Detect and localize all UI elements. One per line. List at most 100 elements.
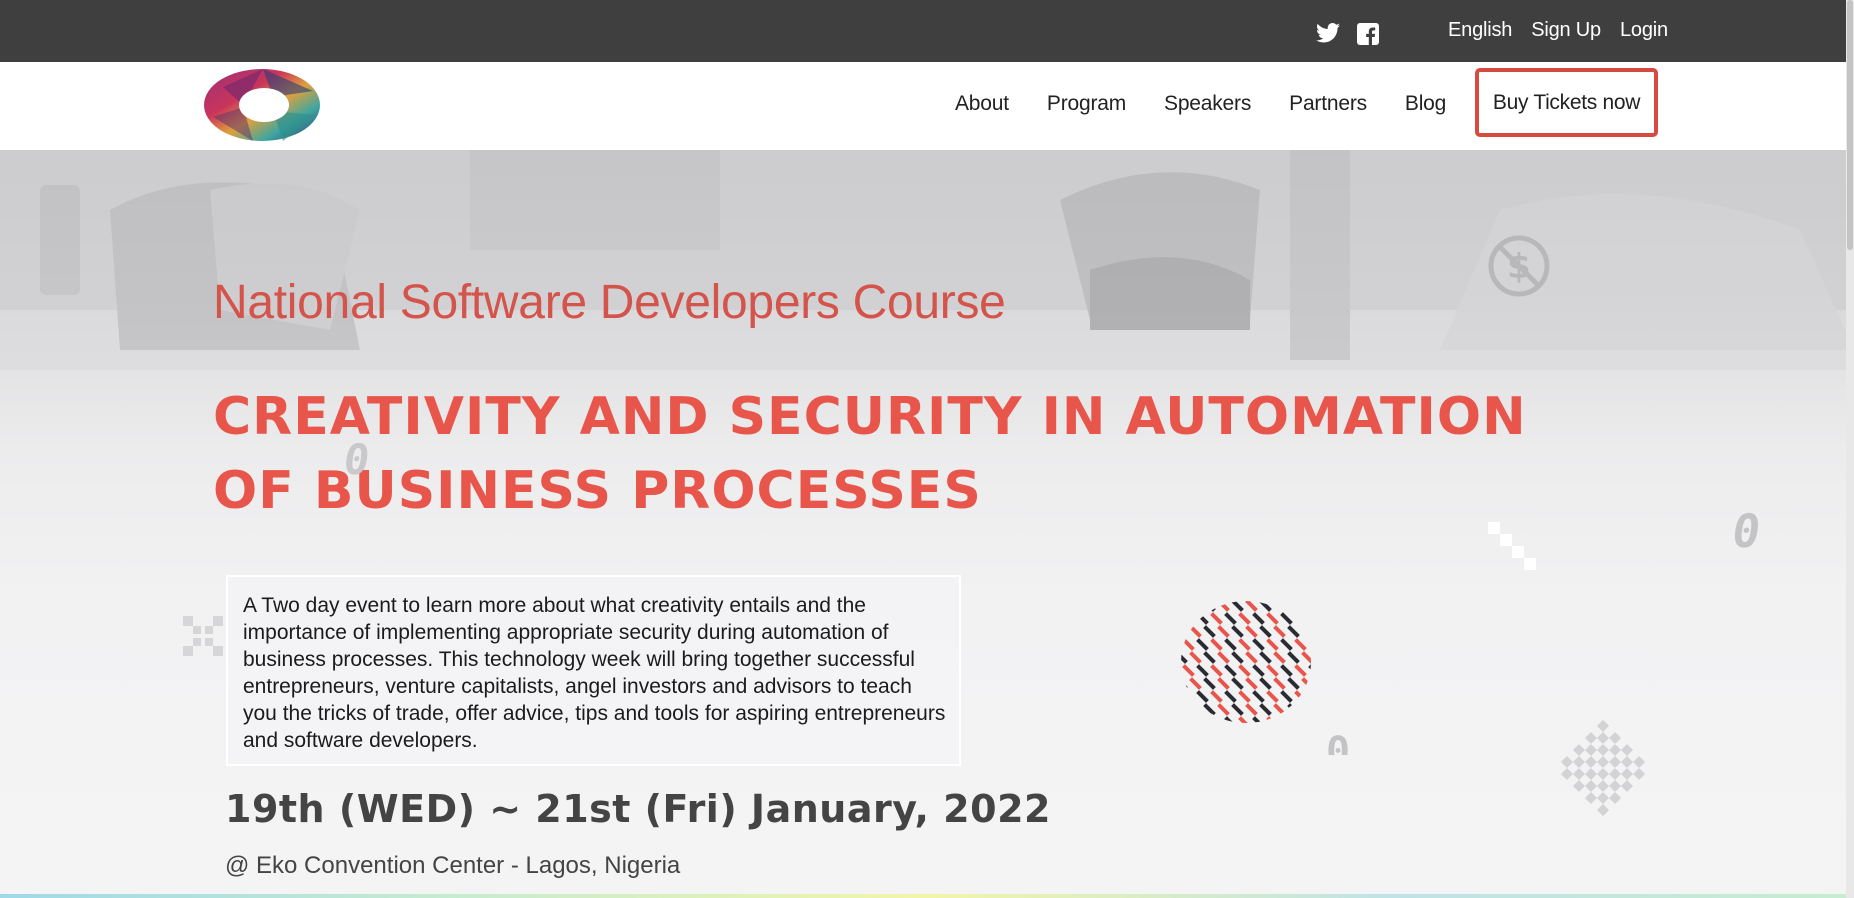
pattern-dash [1287, 625, 1300, 638]
pattern-dash [1189, 625, 1202, 638]
checker-cell [1560, 755, 1573, 768]
pattern-dash [1308, 638, 1311, 651]
pattern-dash [1182, 638, 1195, 651]
no-dollar-icon: $ [1488, 235, 1550, 297]
checker-cell [1596, 720, 1610, 732]
checker-cell [1621, 780, 1634, 793]
checker-cell [1572, 780, 1585, 793]
pattern-dash [1189, 651, 1202, 664]
pattern-dash [1196, 690, 1209, 703]
nav-item-program[interactable]: Program [1047, 92, 1126, 116]
pattern-dash [1196, 716, 1209, 723]
buy-tickets-button[interactable]: Buy Tickets now [1475, 68, 1658, 137]
pattern-dash [1210, 664, 1223, 677]
checker-cell [1609, 768, 1622, 781]
pattern-dash [1273, 677, 1286, 690]
pattern-dash [1294, 638, 1307, 651]
scrollbar-thumb[interactable] [1847, 0, 1853, 250]
pattern-dash [1245, 677, 1258, 690]
checker-cell [1596, 792, 1610, 805]
pattern-dash [1210, 716, 1223, 723]
pattern-dash [1259, 625, 1272, 638]
hero-headline: CREATIVITY AND SECURITY IN AUTOMATION OF… [213, 387, 1527, 521]
pattern-dash [1238, 716, 1251, 723]
pattern-dash [1224, 612, 1237, 625]
svg-text:0: 0 [342, 436, 373, 482]
pattern-dash [1308, 716, 1311, 723]
checker-cell [1621, 768, 1634, 781]
nav-item-about[interactable]: About [955, 92, 1009, 116]
checker-cell [1596, 768, 1610, 781]
pattern-dash [1252, 716, 1265, 723]
checker-cell [1596, 780, 1610, 793]
pattern-dash [1294, 690, 1307, 703]
pattern-dash [1245, 625, 1258, 638]
pattern-dash [1181, 703, 1188, 716]
svg-text:0: 0 [1326, 735, 1350, 755]
pattern-dash [1182, 664, 1195, 677]
checker-cell [1584, 780, 1597, 793]
pattern-dash [1287, 651, 1300, 664]
checker-cell [1609, 792, 1622, 805]
pattern-dash [1189, 601, 1202, 612]
language-link[interactable]: English [1448, 19, 1512, 42]
pattern-dash [1273, 651, 1286, 664]
checker-cell [1584, 743, 1597, 756]
pattern-dash [1280, 612, 1293, 625]
pattern-dash [1301, 601, 1311, 612]
nav-item-partners[interactable]: Partners [1289, 92, 1367, 116]
checker-cell [1584, 731, 1597, 744]
page-scrollbar[interactable] [1846, 0, 1854, 898]
pattern-dash [1308, 664, 1311, 677]
pattern-dash [1238, 690, 1251, 703]
cross-decoration-icon [183, 616, 223, 656]
pixel-stairs-icon [1488, 522, 1536, 570]
pattern-dash [1203, 601, 1216, 612]
checker-cell [1584, 768, 1597, 781]
pattern-dash [1181, 625, 1188, 638]
pattern-dash [1287, 677, 1300, 690]
checker-cell [1596, 743, 1610, 756]
pattern-dash [1266, 612, 1279, 625]
main-nav: About Program Speakers Partners Blog Buy… [0, 62, 1854, 150]
pattern-dash [1231, 677, 1244, 690]
pattern-dash [1266, 690, 1279, 703]
pattern-dash [1203, 625, 1216, 638]
pattern-dash [1280, 638, 1293, 651]
pattern-dash [1301, 625, 1311, 638]
pattern-dash [1252, 690, 1265, 703]
checker-cell [1584, 792, 1597, 805]
pattern-dash [1294, 716, 1307, 723]
twitter-icon[interactable] [1316, 23, 1340, 48]
pattern-dash [1181, 677, 1188, 690]
pattern-dash [1210, 638, 1223, 651]
pattern-dash [1301, 677, 1311, 690]
pattern-dash [1224, 638, 1237, 651]
checker-cell [1560, 768, 1573, 781]
pattern-dash [1210, 690, 1223, 703]
pattern-dash [1273, 601, 1286, 612]
checker-cell [1572, 755, 1585, 768]
logo-icon[interactable] [203, 67, 321, 148]
checker-cell [1633, 768, 1646, 781]
nav-item-blog[interactable]: Blog [1405, 92, 1446, 116]
top-bar: English Sign Up Login [0, 0, 1854, 62]
pattern-dash [1203, 677, 1216, 690]
checker-cell [1633, 755, 1646, 768]
checker-cell [1596, 755, 1610, 768]
pattern-dash [1294, 612, 1307, 625]
svg-text:$: $ [1507, 247, 1531, 287]
checker-cell [1572, 743, 1585, 756]
checker-cell [1596, 804, 1610, 816]
nav-item-speakers[interactable]: Speakers [1164, 92, 1251, 116]
pattern-dash [1245, 601, 1258, 612]
pattern-dash [1259, 601, 1272, 612]
login-link[interactable]: Login [1620, 19, 1668, 42]
facebook-icon[interactable] [1357, 23, 1379, 50]
pattern-dash [1308, 612, 1311, 625]
pattern-dash [1203, 651, 1216, 664]
sign-up-link[interactable]: Sign Up [1531, 19, 1601, 42]
pattern-dash [1308, 690, 1311, 703]
checker-cell [1584, 755, 1597, 768]
pattern-dash [1224, 690, 1237, 703]
